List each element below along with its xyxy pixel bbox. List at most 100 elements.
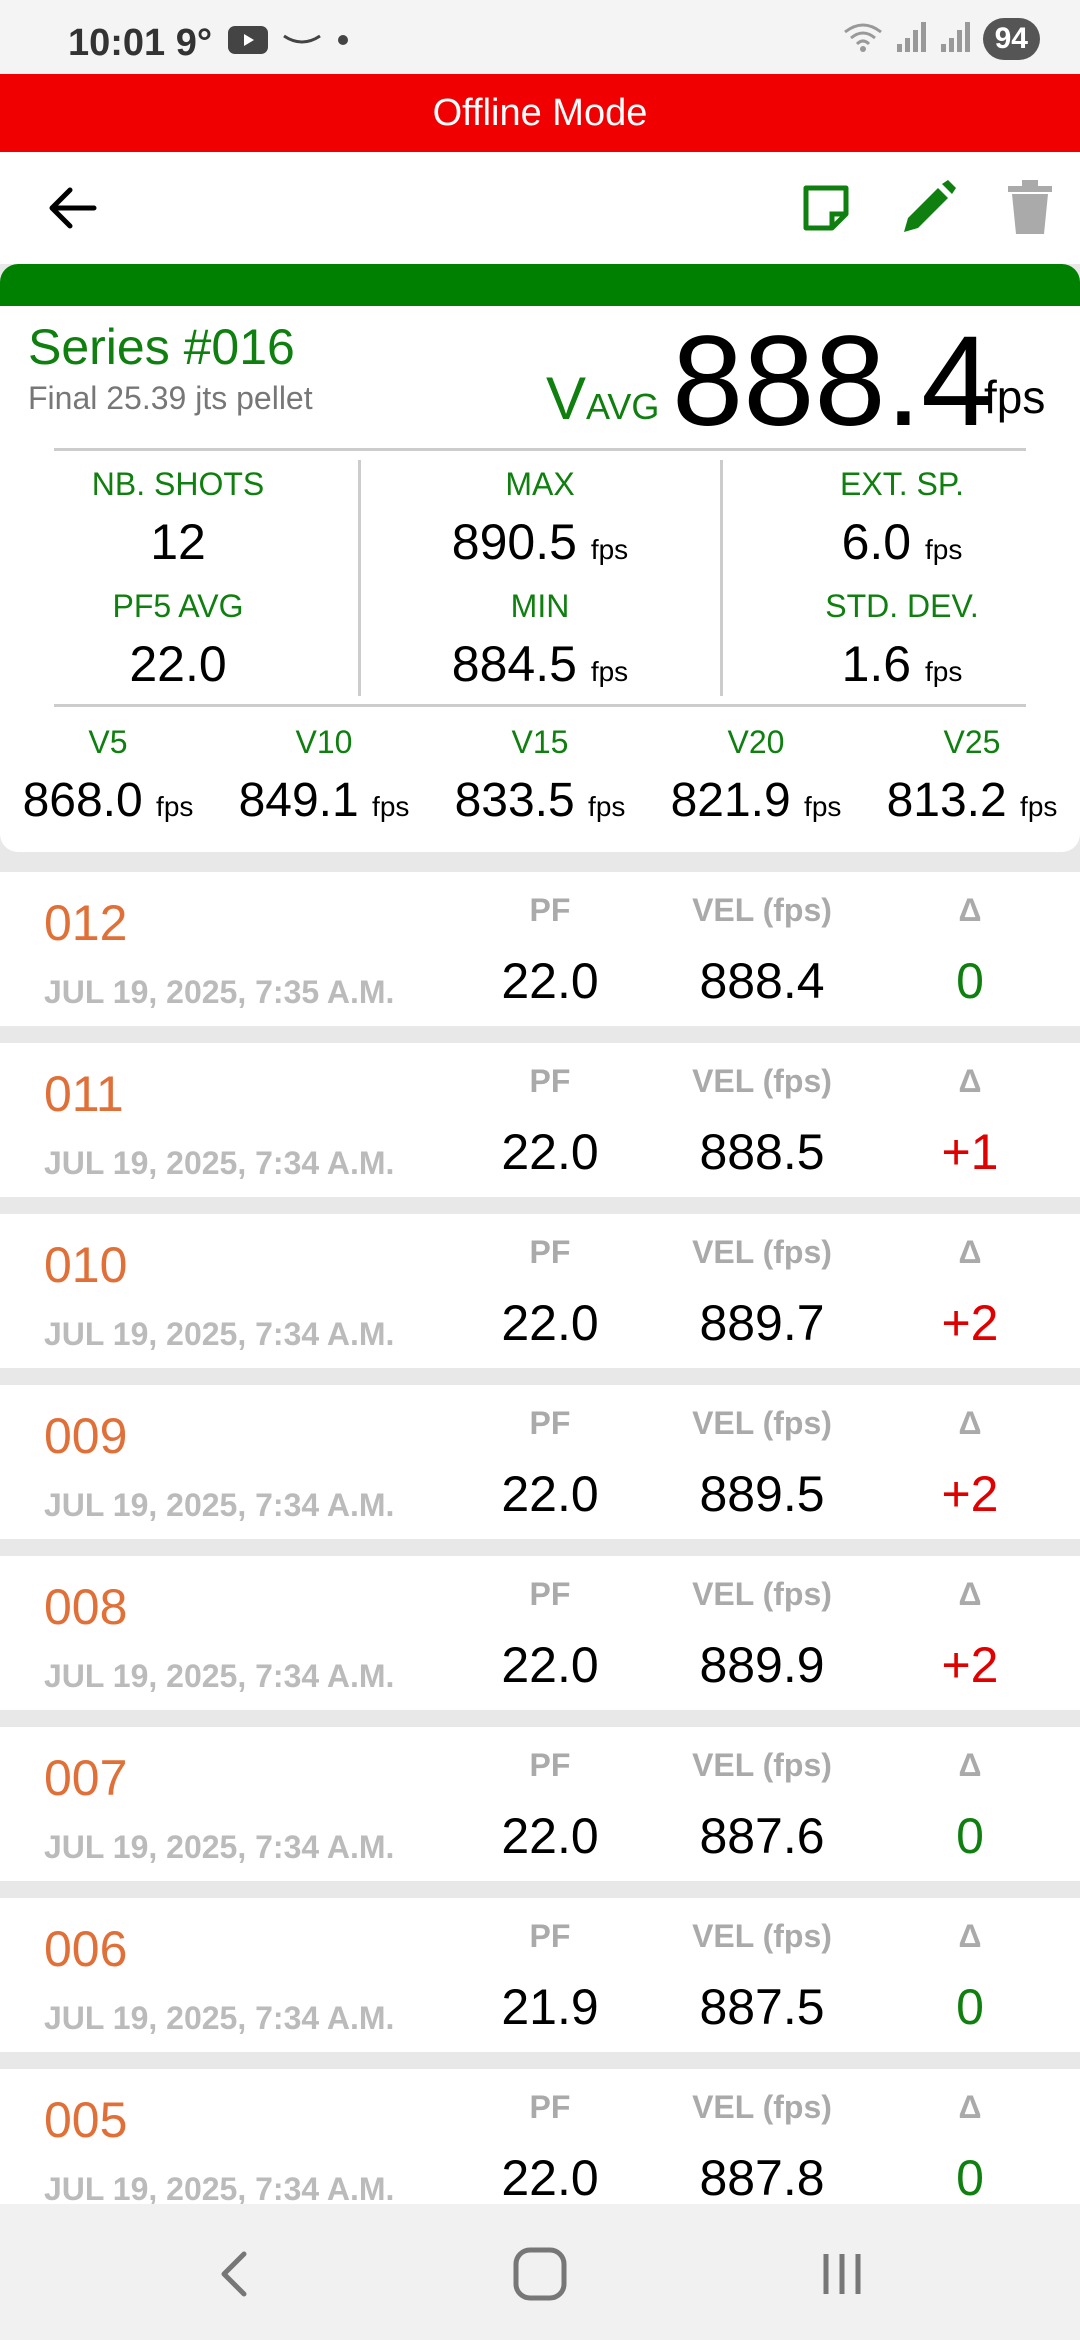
status-left-icons xyxy=(228,26,350,59)
shot-row[interactable]: 012 JUL 19, 2025, 7:35 A.M. PF VEL (fps)… xyxy=(0,872,1080,1026)
youtube-icon xyxy=(228,26,268,59)
nav-home-button[interactable] xyxy=(508,2242,572,2306)
nav-recents-button[interactable] xyxy=(812,2244,872,2304)
back-arrow-icon xyxy=(49,187,97,229)
nav-back-button[interactable] xyxy=(206,2244,266,2304)
dot-icon xyxy=(336,33,350,52)
stat-nb-shots: NB. SHOTS 12 xyxy=(91,466,265,570)
stat-v5: V5 868.0 fps xyxy=(22,724,194,827)
back-button[interactable] xyxy=(36,172,108,244)
delta-header: Δ xyxy=(958,1234,982,1270)
system-nav-bar xyxy=(0,2204,1080,2340)
delta-header: Δ xyxy=(958,1063,982,1099)
shot-number: 010 xyxy=(44,1237,128,1293)
shot-row[interactable]: 005 JUL 19, 2025, 7:34 A.M. PF VEL (fps)… xyxy=(0,2069,1080,2204)
shot-pf: 22.0 xyxy=(501,1124,599,1180)
shot-delta: 0 xyxy=(956,953,984,1009)
shot-pf: 22.0 xyxy=(501,953,599,1009)
stat-max: MAX 890.5 fps xyxy=(451,466,629,570)
series-subtitle: Final 25.39 jts pellet xyxy=(28,380,313,416)
shot-date: JUL 19, 2025, 7:34 A.M. xyxy=(44,1487,395,1523)
shot-date: JUL 19, 2025, 7:34 A.M. xyxy=(44,1829,395,1865)
shot-row[interactable]: 011 JUL 19, 2025, 7:34 A.M. PF VEL (fps)… xyxy=(0,1043,1080,1197)
note-button[interactable] xyxy=(790,172,862,244)
status-time: 10:01 9° xyxy=(68,22,213,64)
vavg-unit: fps xyxy=(984,371,1046,423)
shot-pf: 22.0 xyxy=(501,1295,599,1351)
shot-row[interactable]: 007 JUL 19, 2025, 7:34 A.M. PF VEL (fps)… xyxy=(0,1727,1080,1881)
toolbar xyxy=(0,152,1080,264)
pf-header: PF xyxy=(529,1576,571,1612)
stat-v10: V10 849.1 fps xyxy=(238,724,410,827)
shot-pf: 21.9 xyxy=(501,1979,599,2035)
stat-std-dev: STD. DEV. 1.6 fps xyxy=(825,588,979,692)
shot-date: JUL 19, 2025, 7:34 A.M. xyxy=(44,2000,395,2036)
vel-header: VEL (fps) xyxy=(692,1747,832,1783)
signal-icon xyxy=(895,20,929,59)
signal-icon xyxy=(939,20,973,59)
status-bar: 10:01 9° 94 xyxy=(0,0,1080,74)
shot-vel: 887.5 xyxy=(699,1979,825,2035)
trash-icon xyxy=(1008,180,1052,234)
shot-number: 011 xyxy=(44,1066,124,1122)
home-nav-icon xyxy=(513,2247,567,2301)
shot-row[interactable]: 010 JUL 19, 2025, 7:34 A.M. PF VEL (fps)… xyxy=(0,1214,1080,1368)
vel-header: VEL (fps) xyxy=(692,892,832,928)
offline-banner: Offline Mode xyxy=(0,74,1080,152)
vavg-label: VAVG xyxy=(546,365,660,432)
offline-banner-text: Offline Mode xyxy=(432,91,648,134)
stat-v25: V25 813.2 fps xyxy=(886,724,1058,827)
shot-vel: 888.4 xyxy=(699,953,825,1009)
vel-header: VEL (fps) xyxy=(692,1234,832,1270)
delta-header: Δ xyxy=(958,2089,982,2125)
battery-indicator: 94 xyxy=(982,18,1040,60)
pf-header: PF xyxy=(529,2089,571,2125)
pf-header: PF xyxy=(529,1234,571,1270)
amazon-icon xyxy=(282,30,322,55)
series-summary-card: Series #016 Final 25.39 jts pellet VAVG … xyxy=(0,264,1080,852)
shot-number: 007 xyxy=(44,1750,128,1806)
shot-number: 005 xyxy=(44,2092,128,2148)
shot-date: JUL 19, 2025, 7:35 A.M. xyxy=(44,974,395,1010)
shot-delta: +2 xyxy=(941,1637,999,1693)
pf-header: PF xyxy=(529,892,571,928)
divider xyxy=(54,704,1026,707)
shot-vel: 889.9 xyxy=(699,1637,825,1693)
delta-header: Δ xyxy=(958,1918,982,1954)
shot-pf: 22.0 xyxy=(501,1808,599,1864)
shot-vel: 889.7 xyxy=(699,1295,825,1351)
shot-row[interactable]: 008 JUL 19, 2025, 7:34 A.M. PF VEL (fps)… xyxy=(0,1556,1080,1710)
pf-header: PF xyxy=(529,1405,571,1441)
shot-date: JUL 19, 2025, 7:34 A.M. xyxy=(44,1145,395,1181)
shot-delta: +2 xyxy=(941,1466,999,1522)
shot-number: 008 xyxy=(44,1579,128,1635)
divider xyxy=(720,460,723,696)
shot-number: 009 xyxy=(44,1408,128,1464)
divider xyxy=(54,448,1026,451)
shot-pf: 22.0 xyxy=(501,1637,599,1693)
shot-pf: 22.0 xyxy=(501,2150,599,2204)
shot-row[interactable]: 006 JUL 19, 2025, 7:34 A.M. PF VEL (fps)… xyxy=(0,1898,1080,2052)
shot-vel: 887.8 xyxy=(699,2150,825,2204)
divider xyxy=(358,460,361,696)
note-icon xyxy=(803,185,849,231)
shot-delta: 0 xyxy=(956,2150,984,2204)
edit-button[interactable] xyxy=(892,172,964,244)
stat-ext-sp: EXT. SP. 6.0 fps xyxy=(840,466,964,570)
vel-header: VEL (fps) xyxy=(692,1405,832,1441)
shot-pf: 22.0 xyxy=(501,1466,599,1522)
shot-row[interactable]: 009 JUL 19, 2025, 7:34 A.M. PF VEL (fps)… xyxy=(0,1385,1080,1539)
shot-date: JUL 19, 2025, 7:34 A.M. xyxy=(44,2171,395,2204)
delete-button[interactable] xyxy=(994,172,1066,244)
shot-date: JUL 19, 2025, 7:34 A.M. xyxy=(44,1316,395,1352)
wifi-icon xyxy=(841,20,885,59)
shot-vel: 888.5 xyxy=(699,1124,825,1180)
shot-vel: 889.5 xyxy=(699,1466,825,1522)
vel-header: VEL (fps) xyxy=(692,1063,832,1099)
stat-v20: V20 821.9 fps xyxy=(670,724,842,827)
recents-nav-icon xyxy=(823,2254,861,2294)
vel-header: VEL (fps) xyxy=(692,1918,832,1954)
series-title: Series #016 xyxy=(28,319,295,375)
delta-header: Δ xyxy=(958,1576,982,1612)
delta-header: Δ xyxy=(958,892,982,928)
